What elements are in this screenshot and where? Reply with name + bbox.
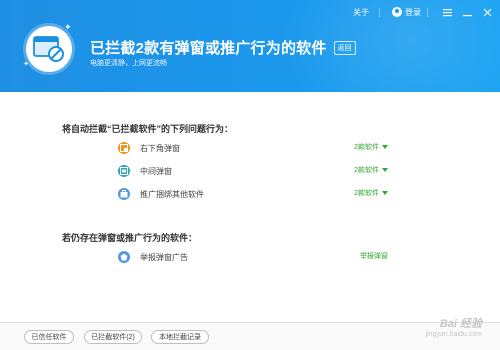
- page-title: 已拦截2款有弹窗或推广行为的软件: [90, 40, 327, 57]
- minimize-button[interactable]: [460, 5, 474, 19]
- header-banner: 关于 登录 ✦ ✦ 已拦截2款有弹窗或推广行为的软件 返回 电脑更清静，上网更流…: [0, 0, 500, 92]
- report-popup-link[interactable]: 举报弹窗: [360, 251, 388, 261]
- report-icon: [118, 251, 130, 263]
- chevron-down-icon: [382, 191, 388, 195]
- back-button[interactable]: 返回: [333, 40, 356, 55]
- close-button[interactable]: [480, 5, 494, 19]
- list-item-corner-popup: 右下角弹窗 2款软件: [118, 140, 388, 156]
- popup-corner-icon: [118, 142, 130, 154]
- list-item-center-popup: 中间弹窗 2款软件: [118, 163, 388, 179]
- trusted-software-button[interactable]: 已信任软件: [24, 330, 74, 344]
- window-topbar: 关于 登录: [349, 4, 494, 20]
- watermark-logo-text: Bai 经验: [439, 318, 482, 330]
- chevron-down-icon: [382, 145, 388, 149]
- list-item-report: 举报弹窗广告 举报弹窗: [118, 249, 388, 265]
- software-count-text: 2款软件: [354, 167, 379, 174]
- login-label: 登录: [405, 7, 421, 17]
- baidu-jingyan-watermark: Bai 经验 jingyan.baidu.com: [426, 315, 482, 338]
- about-link[interactable]: 关于: [349, 7, 373, 18]
- section-title-report: 若仍存在弹窗或推广行为的软件：: [62, 233, 198, 243]
- user-icon: [392, 7, 402, 17]
- list-item-label: 举报弹窗广告: [140, 252, 188, 262]
- local-block-records-button[interactable]: 本地拦截记录: [151, 330, 209, 344]
- watermark-url: jingyan.baidu.com: [425, 331, 482, 338]
- software-count-dropdown[interactable]: 2款软件: [354, 165, 388, 175]
- menu-icon: [442, 8, 452, 16]
- software-count-dropdown[interactable]: 2款软件: [354, 188, 388, 198]
- software-count-dropdown[interactable]: 2款软件: [354, 142, 388, 152]
- popup-center-icon: [118, 165, 130, 177]
- software-count-text: 2款软件: [354, 190, 379, 197]
- blocked-window-icon: [33, 36, 64, 62]
- sparkle-icon: ✦: [23, 61, 29, 68]
- blocked-software-button[interactable]: 已拦截软件(2): [84, 330, 142, 344]
- section-title-auto-block: 将自动拦截“已拦截软件”的下列问题行为：: [62, 124, 234, 134]
- list-item-label: 中间弹窗: [140, 166, 172, 176]
- topbar-divider: [379, 7, 380, 17]
- minimize-icon: [462, 14, 472, 16]
- topbar-divider: [427, 7, 428, 17]
- list-item-bundle: 推广捆绑其他软件 2款软件: [118, 186, 388, 202]
- close-icon: [483, 8, 491, 16]
- list-item-label: 推广捆绑其他软件: [140, 189, 204, 199]
- software-count-text: 2款软件: [354, 144, 379, 151]
- sparkle-icon: ✦: [64, 22, 72, 32]
- page-subtitle: 电脑更清静，上网更流畅: [90, 60, 167, 67]
- title-row: 已拦截2款有弹窗或推广行为的软件 返回: [90, 37, 356, 58]
- list-item-label: 右下角弹窗: [140, 143, 180, 153]
- bundle-icon: [118, 188, 130, 200]
- menu-button[interactable]: [440, 5, 454, 19]
- login-button[interactable]: 登录: [392, 7, 421, 18]
- chevron-down-icon: [382, 168, 388, 172]
